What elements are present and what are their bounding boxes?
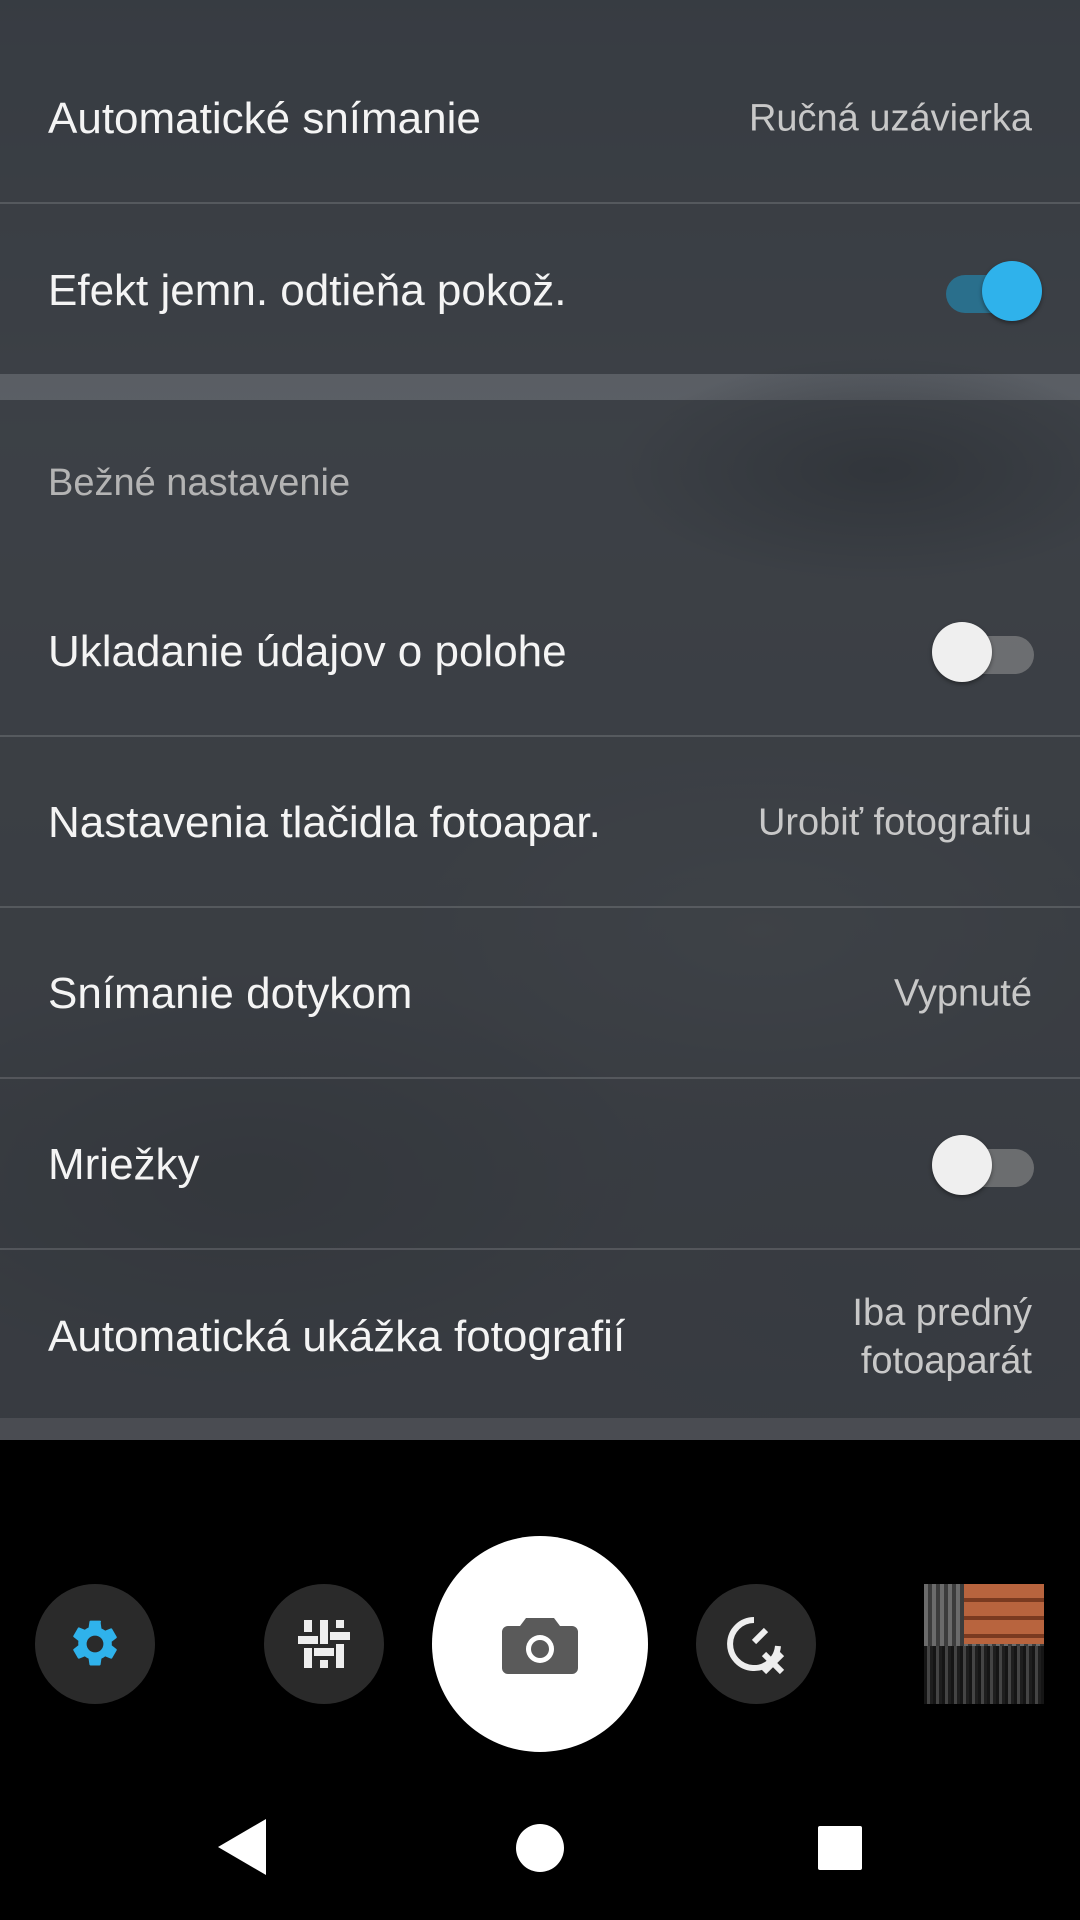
manual-mode-button[interactable] (264, 1584, 384, 1704)
setting-label: Ukladanie údajov o polohe (48, 626, 567, 676)
last-photo-thumbnail[interactable] (924, 1584, 1044, 1704)
setting-location[interactable]: Ukladanie údajov o polohe (0, 568, 1080, 737)
timer-off-icon (727, 1617, 785, 1675)
settings-button[interactable] (35, 1584, 155, 1704)
setting-auto-capture[interactable]: Automatické snímanie Ručná uzávierka (0, 35, 1080, 204)
setting-soft-skin[interactable]: Efekt jemn. odtieňa pokož. (0, 206, 1080, 375)
toggle-thumb (932, 621, 992, 682)
setting-touch-capture[interactable]: Snímanie dotykom Vypnuté (0, 910, 1080, 1079)
setting-label: Mriežky (48, 1139, 200, 1189)
setting-value-line: Iba predný (852, 1291, 1032, 1334)
setting-label: Nastavenia tlačidla fotoapar. (48, 797, 601, 847)
setting-label: Snímanie dotykom (48, 968, 413, 1018)
setting-value: Urobiť fotografiu (757, 801, 1032, 843)
setting-value-line: fotoaparát (860, 1339, 1032, 1382)
soft-skin-toggle[interactable] (932, 259, 1042, 323)
camera-icon (502, 1618, 578, 1674)
location-toggle[interactable] (932, 620, 1042, 684)
setting-value: Ručná uzávierka (748, 97, 1032, 139)
setting-label: Automatická ukážka fotografií (48, 1311, 626, 1361)
setting-label: Efekt jemn. odtieňa pokož. (48, 265, 567, 315)
section-header: Bežné nastavenie (48, 462, 351, 504)
setting-value: Iba predný fotoaparát (772, 1289, 1032, 1385)
toggle-thumb (932, 1134, 992, 1195)
sliders-icon (298, 1620, 350, 1668)
home-icon[interactable] (515, 1823, 565, 1873)
back-icon[interactable] (214, 1817, 270, 1877)
thumbnail-bark (924, 1646, 1044, 1704)
setting-camera-key[interactable]: Nastavenia tlačidla fotoapar. Urobiť fot… (0, 739, 1080, 908)
gear-icon (73, 1620, 117, 1666)
shutter-button[interactable] (432, 1536, 648, 1752)
grid-toggle[interactable] (932, 1133, 1042, 1197)
setting-value: Vypnuté (893, 972, 1032, 1014)
self-timer-button[interactable] (696, 1584, 816, 1704)
setting-grid[interactable]: Mriežky (0, 1081, 1080, 1250)
settings-panel-top: Automatické snímanie Ručná uzávierka Efe… (0, 0, 1080, 374)
recents-icon[interactable] (817, 1825, 863, 1871)
setting-auto-review[interactable]: Automatická ukážka fotografií Iba predný… (0, 1252, 1080, 1421)
toggle-thumb (982, 260, 1042, 321)
thumbnail-wood (964, 1584, 1044, 1644)
setting-label: Automatické snímanie (48, 93, 481, 143)
